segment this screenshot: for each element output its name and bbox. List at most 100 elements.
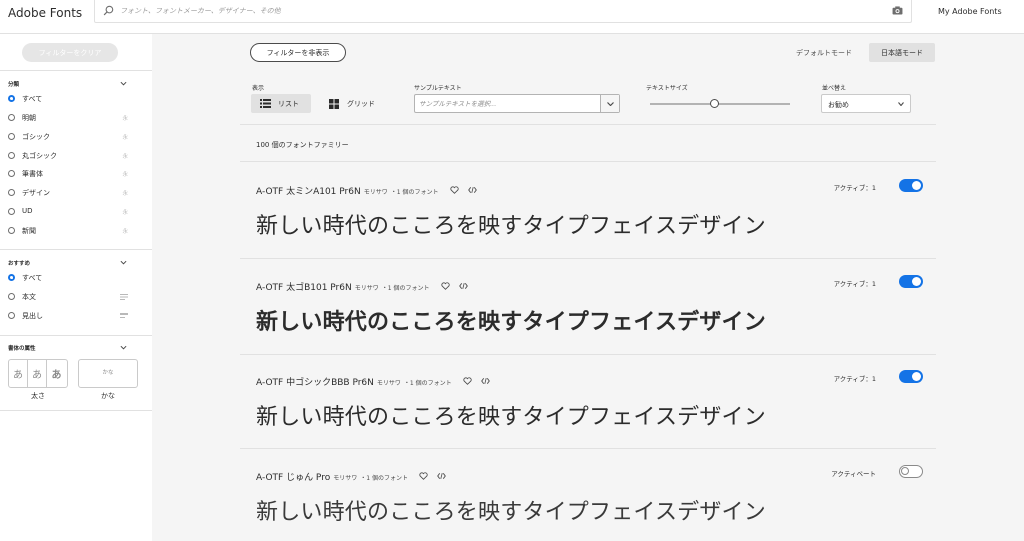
divider <box>0 249 152 250</box>
divider <box>0 335 152 336</box>
hide-filters-button[interactable]: フィルターを非表示 <box>250 43 346 62</box>
option-label: 明朝 <box>22 114 36 122</box>
classification-option-all[interactable]: すべて <box>8 93 138 105</box>
radio[interactable] <box>8 293 15 300</box>
radio[interactable] <box>8 152 15 159</box>
top-bar: Adobe Fonts フォント、フォントメーカー、デザイナー、その他 My A… <box>0 0 1024 34</box>
activate-toggle[interactable] <box>899 179 923 192</box>
radio[interactable] <box>8 227 15 234</box>
option-label: デザイン <box>22 189 50 197</box>
sample-text-input[interactable] <box>419 98 597 110</box>
toggle-knob <box>901 467 909 475</box>
activate-toggle[interactable] <box>899 465 923 478</box>
heart-icon[interactable] <box>463 376 472 385</box>
weight-regular[interactable]: あ <box>28 360 47 387</box>
chevron-down-icon[interactable] <box>120 81 127 86</box>
classification-option-design[interactable]: デザイン 永 <box>8 187 138 199</box>
code-icon[interactable] <box>458 282 468 290</box>
radio-selected[interactable] <box>8 95 15 102</box>
sample-text-select[interactable] <box>414 94 620 113</box>
search-bar[interactable]: フォント、フォントメーカー、デザイナー、その他 <box>94 0 912 23</box>
text-size-slider-track[interactable] <box>650 103 790 105</box>
font-family-card[interactable]: A-OTF 太ミンA101 Pr6N モリサワ ・1 個のフォント アクティブ：1 … <box>240 162 936 258</box>
classification-option-brush[interactable]: 筆書体 永 <box>8 168 138 180</box>
search-icon <box>103 5 114 16</box>
sort-select[interactable]: お勧め <box>821 94 911 113</box>
foundry-name[interactable]: モリサワ <box>333 475 357 482</box>
sample-glyph: 永 <box>122 191 128 197</box>
foundry-name[interactable]: モリサワ <box>355 285 379 292</box>
default-mode-toggle[interactable]: デフォルトモード <box>796 48 852 58</box>
divider <box>240 124 936 125</box>
radio[interactable] <box>8 208 15 215</box>
heart-icon[interactable] <box>419 471 428 480</box>
my-adobe-fonts-link[interactable]: My Adobe Fonts <box>938 7 1002 16</box>
sample-text-dropdown[interactable] <box>600 95 619 112</box>
classification-option-gothic[interactable]: ゴシック 永 <box>8 131 138 143</box>
font-family-card[interactable]: A-OTF じゅん Pro モリサワ ・1 個のフォント アクティベート 新しい時代… <box>240 448 936 541</box>
divider <box>0 70 152 71</box>
option-label: 筆書体 <box>22 170 43 178</box>
classification-option-mincho[interactable]: 明朝 永 <box>8 112 138 124</box>
adobe-fonts-logo[interactable]: Adobe Fonts <box>8 6 82 20</box>
recommended-option-heading[interactable]: 見出し <box>8 310 138 322</box>
font-name[interactable]: A-OTF 太ゴB101 Pr6N <box>256 283 352 293</box>
classification-option-round-gothic[interactable]: 丸ゴシック 永 <box>8 150 138 162</box>
foundry-name[interactable]: モリサワ <box>364 189 388 196</box>
recommended-option-all[interactable]: すべて <box>8 272 138 284</box>
font-sample-text: 新しい時代のこころを映すタイプフェイスデザイン <box>256 500 766 525</box>
activate-toggle[interactable] <box>899 370 923 383</box>
sort-value: お勧め <box>828 101 849 109</box>
font-sample-text: 新しい時代のこころを映すタイプフェイスデザイン <box>256 405 766 430</box>
text-size-slider-handle[interactable] <box>709 99 719 108</box>
font-count: ・1 個のフォント <box>403 380 452 387</box>
toggle-knob <box>912 181 921 190</box>
option-label: 見出し <box>22 312 43 320</box>
code-icon[interactable] <box>480 377 490 385</box>
heart-icon[interactable] <box>449 185 459 194</box>
clear-filters-button[interactable]: フィルターをクリア <box>22 43 118 62</box>
weight-selector[interactable]: あ あ あ <box>8 359 68 388</box>
font-name[interactable]: A-OTF 太ミンA101 Pr6N <box>256 187 361 197</box>
sample-glyph: 永 <box>122 210 128 216</box>
weight-light[interactable]: あ <box>9 360 28 387</box>
properties-title: 書体の属性 <box>8 346 36 352</box>
code-icon[interactable] <box>437 472 446 480</box>
font-family-card[interactable]: A-OTF 太ゴB101 Pr6N モリサワ ・1 個のフォント アクティブ：1 新… <box>240 258 936 354</box>
sample-glyph: 永 <box>122 116 128 122</box>
activate-toggle[interactable] <box>899 275 923 288</box>
chevron-down-icon[interactable] <box>120 345 127 350</box>
weight-bold[interactable]: あ <box>47 360 66 387</box>
radio-selected[interactable] <box>8 274 15 281</box>
heart-icon[interactable] <box>440 281 450 290</box>
kana-selector[interactable]: かな <box>78 359 138 388</box>
paragraph-icon <box>120 294 128 300</box>
font-family-card[interactable]: A-OTF 中ゴシックBBB Pr6N モリサワ ・1 個のフォント アクティブ：1… <box>240 353 936 449</box>
foundry-name[interactable]: モリサワ <box>377 380 401 387</box>
radio[interactable] <box>8 189 15 196</box>
font-name[interactable]: A-OTF じゅん Pro <box>256 473 330 483</box>
japanese-mode-toggle[interactable]: 日本語モード <box>869 43 935 62</box>
sample-glyph: 永 <box>122 229 128 235</box>
code-icon[interactable] <box>467 186 477 194</box>
list-view-button[interactable]: リスト <box>251 94 311 113</box>
option-label: すべて <box>22 274 43 282</box>
font-name[interactable]: A-OTF 中ゴシックBBB Pr6N <box>256 378 374 388</box>
radio[interactable] <box>8 312 15 319</box>
classification-option-ud[interactable]: UD 永 <box>8 206 138 218</box>
font-card-header: A-OTF 中ゴシックBBB Pr6N モリサワ ・1 個のフォント <box>256 370 490 388</box>
activation-status: アクティブ：1 <box>833 375 876 383</box>
radio[interactable] <box>8 133 15 140</box>
camera-icon[interactable] <box>892 6 903 15</box>
classification-option-newspaper[interactable]: 新聞 永 <box>8 225 138 237</box>
recommended-option-body[interactable]: 本文 <box>8 291 138 303</box>
search-input[interactable]: フォント、フォントメーカー、デザイナー、その他 <box>120 6 281 16</box>
radio[interactable] <box>8 170 15 177</box>
grid-view-button[interactable]: グリッド <box>320 94 380 113</box>
view-label: 表示 <box>252 85 265 92</box>
radio[interactable] <box>8 114 15 121</box>
chevron-down-icon[interactable] <box>120 260 127 265</box>
activation-status[interactable]: アクティベート <box>831 468 876 478</box>
sample-glyph: 永 <box>122 172 128 178</box>
option-label: ゴシック <box>22 133 50 141</box>
